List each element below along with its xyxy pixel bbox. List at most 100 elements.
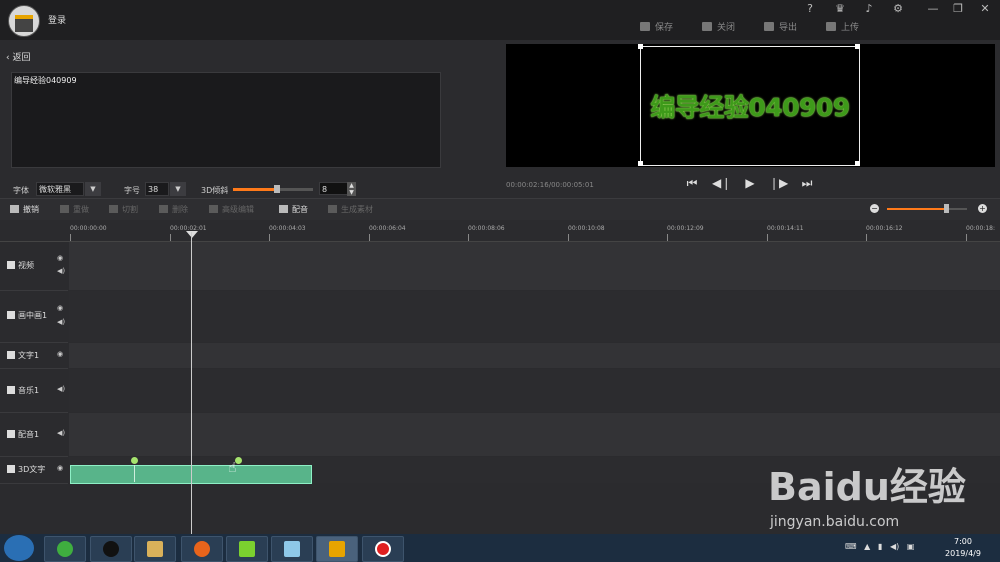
video-icon [7, 261, 15, 269]
track-lane-text1[interactable] [69, 343, 1000, 368]
app-logo-avatar[interactable] [8, 5, 40, 37]
undo-icon [10, 205, 19, 213]
speaker-icon[interactable]: ◀) [57, 318, 65, 326]
back-button[interactable]: ‹ 返回 [6, 50, 30, 63]
size-label: 字号 [124, 186, 140, 195]
ruler-tick [369, 234, 370, 241]
minimize-icon[interactable]: — [925, 2, 941, 15]
vip-icon[interactable]: ♛ [832, 2, 848, 15]
resize-handle[interactable] [855, 44, 860, 49]
export-icon [764, 22, 774, 31]
ruler-tick-label: 00:00:08:06 [468, 225, 505, 232]
material-icon [328, 205, 337, 213]
media-icon [239, 541, 255, 557]
text-icon [7, 465, 15, 473]
taskbar-app-firefox[interactable] [181, 536, 223, 562]
taskbar-clock[interactable]: 7:00 2019/4/9 [938, 536, 988, 560]
app-icon [284, 541, 300, 557]
music-icon [7, 386, 15, 394]
size-select[interactable]: 38 [145, 182, 169, 196]
delete-icon [159, 205, 168, 213]
ruler-tick-label: 00:00:18: [966, 225, 995, 232]
ruler-tick-label: 00:00:00:00 [70, 225, 107, 232]
tilt-slider-fill [233, 188, 277, 191]
speaker-icon[interactable]: ◀) [57, 385, 65, 393]
step-back-icon[interactable]: ◀❘ [712, 176, 731, 190]
track-label-text1: 文字1 [7, 350, 39, 361]
eye-icon[interactable]: ◉ [57, 350, 63, 358]
speaker-icon[interactable]: ◀) [57, 429, 65, 437]
playhead-line[interactable] [191, 232, 192, 534]
taskbar-app-record[interactable] [362, 536, 404, 562]
track-lane-video[interactable] [69, 242, 1000, 290]
tilt-spinner[interactable]: ▲ ▼ [347, 182, 356, 196]
taskbar-app-media[interactable] [226, 536, 268, 562]
skip-start-icon[interactable]: ⏮ [683, 176, 701, 191]
chevron-down-icon[interactable]: ▼ [170, 182, 186, 196]
clock-time: 7:00 [954, 537, 972, 546]
text-input-area[interactable] [11, 72, 441, 168]
tilt-slider-handle[interactable] [274, 185, 280, 193]
track-label-pip: 画中画1 [7, 310, 47, 321]
keyframe-dot[interactable] [131, 457, 138, 464]
ruler-tick-label: 00:00:12:09 [667, 225, 704, 232]
delete-button[interactable]: 删除 [159, 204, 188, 215]
bell-icon[interactable]: ♪ [861, 2, 877, 15]
font-select[interactable]: 微软雅黑 [36, 182, 84, 196]
help-icon[interactable]: ? [802, 2, 818, 15]
resize-handle[interactable] [855, 161, 860, 166]
ruler-tick-label: 00:00:16:12 [866, 225, 903, 232]
playback-timecode: 00:00:02:16/00:00:05:01 [506, 181, 594, 189]
gear-icon[interactable]: ⚙ [890, 2, 906, 15]
firefox-icon [194, 541, 210, 557]
ruler-tick-label: 00:00:06:04 [369, 225, 406, 232]
step-forward-icon[interactable]: ❘▶ [769, 176, 788, 190]
ruler-tick-label: 00:00:04:03 [269, 225, 306, 232]
exit-button[interactable]: 关闭 [702, 20, 735, 34]
ruler-tick [568, 234, 569, 241]
redo-button[interactable]: 重做 [60, 204, 89, 215]
system-tray[interactable]: ⌨ ▲ ▮ ◀) ▣ [845, 542, 914, 551]
save-button[interactable]: 保存 [640, 20, 673, 34]
cut-button[interactable]: 切割 [109, 204, 138, 215]
play-icon[interactable]: ▶ [741, 176, 759, 190]
track-lane-voice1[interactable] [69, 413, 1000, 456]
clock-date: 2019/4/9 [945, 549, 981, 558]
track-label-video: 视频 [7, 260, 34, 271]
speaker-icon[interactable]: ◀) [57, 267, 65, 275]
pip-icon [7, 311, 15, 319]
playhead-marker[interactable] [186, 231, 198, 238]
skip-end-icon[interactable]: ⏭ [798, 176, 816, 191]
eye-icon[interactable]: ◉ [57, 304, 63, 312]
taskbar-app-explorer[interactable] [134, 536, 176, 562]
maximize-icon[interactable]: ❐ [950, 2, 966, 15]
eye-icon[interactable]: ◉ [57, 464, 63, 472]
track-lane-music1[interactable] [69, 369, 1000, 412]
close-icon[interactable]: ✕ [977, 2, 993, 15]
ruler-tick [170, 234, 171, 241]
hand-cursor-icon: ☝ [228, 460, 237, 476]
chevron-down-icon[interactable]: ▼ [85, 182, 101, 196]
tilt-value-input[interactable]: 8 [319, 182, 349, 195]
taskbar-app-qq[interactable] [90, 536, 132, 562]
taskbar-app-tool[interactable] [271, 536, 313, 562]
resize-handle[interactable] [638, 44, 643, 49]
track-lane-pip[interactable] [69, 291, 1000, 342]
start-button[interactable] [4, 535, 34, 561]
ruler-tick-label: 00:00:10:08 [568, 225, 605, 232]
generate-material-button[interactable]: 生成素材 [328, 204, 373, 215]
undo-button[interactable]: 撤销 [10, 204, 39, 215]
advanced-edit-button[interactable]: 高级编辑 [209, 204, 254, 215]
browser-icon [57, 541, 73, 557]
voiceover-button[interactable]: 配音 [279, 204, 308, 215]
zoom-out-icon[interactable]: − [870, 204, 879, 213]
taskbar-app-editor[interactable] [316, 536, 358, 562]
eye-icon[interactable]: ◉ [57, 254, 63, 262]
zoom-in-icon[interactable]: + [978, 204, 987, 213]
taskbar-app-browser[interactable] [44, 536, 86, 562]
resize-handle[interactable] [638, 161, 643, 166]
login-link[interactable]: 登录 [48, 13, 66, 26]
upload-button[interactable]: 上传 [826, 20, 859, 34]
zoom-slider-handle[interactable] [944, 204, 949, 213]
export-button[interactable]: 导出 [764, 20, 797, 34]
